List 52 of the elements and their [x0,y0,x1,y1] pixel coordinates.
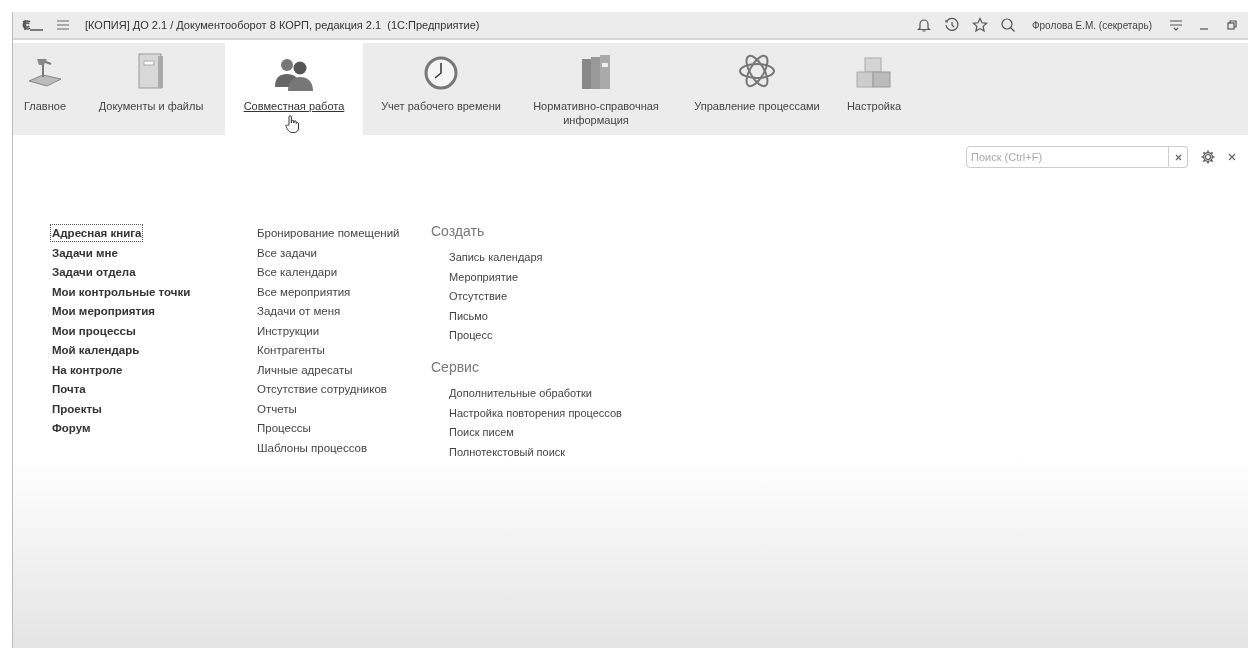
nav-link[interactable]: Поиск писем [449,424,514,440]
close-icon[interactable] [1228,153,1236,161]
nav-link[interactable]: Контрагенты [257,342,325,358]
search-icon[interactable] [999,17,1016,33]
settings-icon[interactable] [1200,149,1216,165]
nav-link[interactable]: Задачи мне [51,244,119,261]
nav-link[interactable]: Мои процессы [51,322,137,339]
star-icon[interactable] [971,17,988,33]
search-field[interactable]: Поиск (Ctrl+F) [966,146,1169,168]
nav-link[interactable]: Дополнительные обработки [449,385,592,401]
nav-link[interactable]: Настройка повторения процессов [449,404,622,421]
clear-icon [1174,153,1182,161]
nav-link[interactable]: На контроле [51,361,124,378]
nav-link[interactable]: Процесс [449,327,493,343]
clock-icon [423,55,459,91]
hand-cursor-icon [285,115,299,133]
folder-icon [136,51,166,91]
nav-link[interactable]: Отсутствие [449,288,508,304]
nav-link[interactable]: Все задачи [257,244,317,261]
nav-link[interactable]: Мой календарь [51,342,141,358]
nav-link[interactable]: Все календари [257,264,338,280]
nav-link[interactable]: Шаблоны процессов [257,439,368,456]
logo-icon [21,19,45,31]
nav-link[interactable]: Инструкции [257,322,320,339]
window-title: [КОПИЯ] ДО 2.1 / Документооборот 8 КОРП, редакция 2.1 (1С:Предприятие) [85,17,480,33]
nav-link[interactable]: Адресная книга [51,225,143,241]
nav-link[interactable]: Мои контрольные точки [51,283,192,300]
group-heading: Сервис [431,359,479,375]
nav-link[interactable]: Личные адресаты [257,361,353,378]
user-name[interactable]: Фролова Е.М. (секретарь) [1027,17,1156,33]
nav-link[interactable]: Мероприятие [449,268,519,285]
nav-link[interactable]: Отчеты [257,400,297,417]
nav-link[interactable]: Запись календаря [449,249,543,265]
clear-button[interactable] [1169,146,1188,168]
nav-link[interactable]: Все мероприятия [257,283,351,300]
nav-link[interactable]: Проекты [51,400,103,417]
nav-link[interactable]: Задачи отдела [51,264,137,280]
nav-link[interactable]: Бронирование помещений [257,225,400,241]
nav-link[interactable]: Почта [51,381,87,397]
nav-link[interactable]: Мои мероприятия [51,303,156,319]
section-tab[interactable]: Совместная работа [225,43,363,135]
nav-link[interactable]: Отсутствие сотрудников [257,381,387,397]
nav-link[interactable]: Письмо [449,307,488,324]
people-icon [273,57,315,91]
nav-link[interactable]: Задачи от меня [257,303,341,319]
history-icon[interactable] [943,17,960,33]
restore-icon[interactable] [1224,17,1240,33]
group-heading: Создать [431,223,485,239]
nav-link[interactable]: Форум [51,420,92,436]
bell-icon[interactable] [915,17,932,33]
nav-link[interactable]: Полнотекстовый поиск [449,443,566,460]
nav-link[interactable]: Процессы [257,420,311,436]
